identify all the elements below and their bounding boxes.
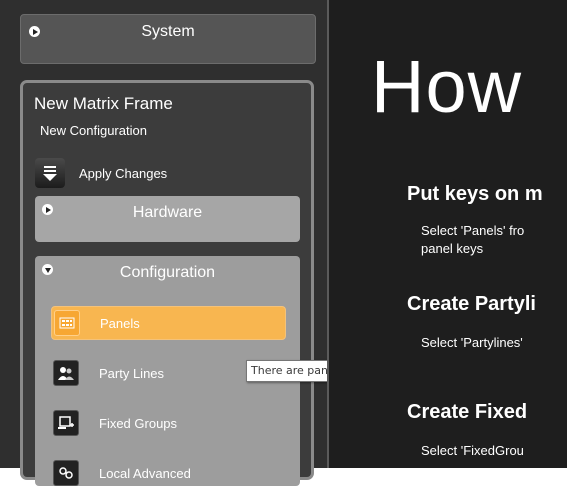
fixed-groups-icon: [53, 410, 79, 436]
section-text-line: Select 'Partylines': [421, 335, 523, 350]
config-item-fixed-groups[interactable]: Fixed Groups: [51, 406, 286, 440]
section-text-line: panel keys: [421, 241, 484, 256]
configuration-name: New Configuration: [40, 123, 147, 138]
config-item-label: Fixed Groups: [99, 415, 178, 431]
hardware-label: Hardware: [132, 204, 203, 221]
system-label: System: [141, 23, 195, 40]
system-expander[interactable]: System: [20, 14, 316, 64]
config-item-panels[interactable]: Panels: [51, 306, 286, 340]
apply-changes-icon: [35, 158, 65, 188]
party-lines-icon: [53, 360, 79, 386]
section-text-line: Select 'Panels' fro: [421, 223, 525, 238]
matrix-frame-panel: New Matrix Frame New Configuration Apply…: [20, 80, 314, 486]
local-advanced-icon: [53, 460, 79, 486]
section-title-partylines: Create Partyli: [407, 293, 536, 315]
panels-icon: [54, 310, 80, 336]
help-content-pane: How Put keys on m Select 'Panels' fro pa…: [329, 0, 567, 468]
apply-changes-label: Apply Changes: [79, 165, 168, 181]
section-title-keys: Put keys on m: [407, 183, 543, 205]
help-heading: How: [371, 45, 523, 128]
config-item-local-advanced[interactable]: Local Advanced: [51, 456, 286, 490]
config-item-label: Party Lines: [99, 365, 165, 381]
navigation-pane: System New Matrix Frame New Configuratio…: [0, 0, 486, 486]
matrix-title: New Matrix Frame: [34, 94, 173, 113]
app-window: System New Matrix Frame New Configuratio…: [0, 0, 567, 486]
apply-changes-button[interactable]: Apply Changes: [35, 156, 167, 190]
configuration-label: Configuration: [119, 264, 216, 281]
section-title-fixed-groups: Create Fixed: [407, 401, 528, 423]
hardware-expander[interactable]: Hardware: [35, 196, 300, 242]
config-item-label: Panels: [100, 315, 140, 331]
section-text-line: Select 'FixedGrou: [421, 443, 524, 458]
